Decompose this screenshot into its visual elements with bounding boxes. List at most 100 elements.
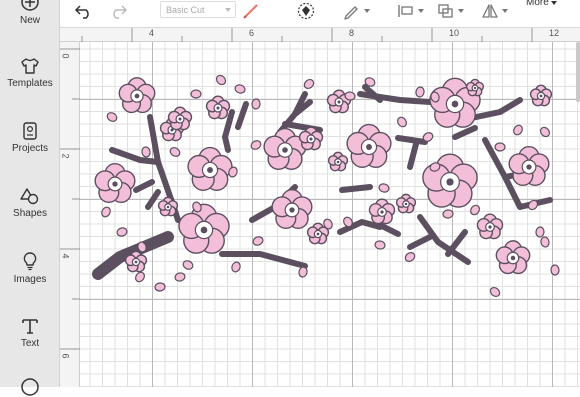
petal: [101, 206, 111, 218]
blossom: [94, 162, 136, 204]
branch: [109, 147, 161, 165]
ruler-label-12: 12: [549, 28, 560, 38]
undo-button[interactable]: [74, 0, 94, 22]
sidebar-item-new[interactable]: New: [0, 0, 60, 26]
sidebar-item-more[interactable]: [0, 377, 60, 397]
ruler-label-2: 2: [60, 153, 71, 159]
petal: [470, 204, 480, 216]
blossom: [346, 123, 392, 168]
sidebar-item-projects[interactable]: Projects: [0, 122, 60, 154]
more-label: More: [526, 0, 549, 8]
blossom: [368, 198, 396, 225]
petal: [135, 271, 145, 283]
sidebar-item-images[interactable]: Images: [0, 251, 60, 285]
blossom: [465, 78, 485, 97]
petal: [494, 142, 506, 152]
petal: [513, 124, 523, 136]
petal: [234, 84, 246, 94]
horizontal-ruler-ticks: [81, 28, 533, 42]
sidebar-item-label: Text: [20, 338, 40, 349]
undo-icon: [74, 5, 89, 19]
branch: [407, 141, 419, 170]
top-toolbar: Basic Cut More: [60, 0, 580, 28]
blossom: [422, 153, 478, 208]
branch: [445, 229, 468, 257]
branch: [395, 135, 428, 145]
petal: [252, 236, 264, 246]
branch: [377, 222, 401, 237]
sidebar-item-label: Images: [13, 274, 47, 285]
branch: [145, 189, 161, 210]
petal: [550, 264, 560, 276]
sidebar-item-label: Shapes: [13, 208, 47, 219]
ruler-label-6: 6: [60, 353, 71, 359]
redo-icon: [113, 5, 128, 19]
flip-icon: [482, 4, 498, 18]
petal: [190, 89, 202, 99]
petal: [141, 146, 151, 158]
branch: [222, 109, 235, 153]
sidebar-item-shapes[interactable]: Shapes: [0, 187, 60, 219]
branches: [92, 84, 553, 280]
arrange-icon: [438, 4, 453, 18]
cherry-blossom-design[interactable]: [80, 42, 580, 387]
vertical-ruler-ticks: [60, 48, 80, 350]
chevron-down-icon: [458, 9, 464, 13]
ruler-label-6: 6: [249, 28, 255, 38]
sidebar-item-text[interactable]: Text: [0, 317, 60, 349]
ruler-label-8: 8: [349, 28, 355, 38]
petal: [378, 183, 390, 193]
align-icon: [398, 5, 413, 17]
sidebar-item-templates[interactable]: Templates: [0, 57, 60, 89]
shirt-icon: [21, 58, 39, 74]
pen-icon: [344, 6, 358, 20]
more-button[interactable]: More: [526, 0, 557, 8]
blossom: [271, 188, 313, 230]
vertical-scrollbar[interactable]: [576, 42, 580, 102]
arrange-button[interactable]: [436, 0, 464, 22]
shapes-icon: [20, 188, 39, 205]
petal: [215, 74, 227, 86]
chevron-down-icon: [418, 9, 424, 13]
petal: [174, 272, 186, 282]
petal: [489, 286, 501, 298]
offset-button[interactable]: [296, 0, 316, 22]
chevron-down-icon: [225, 8, 231, 12]
color-swatch-button[interactable]: [242, 0, 260, 22]
pen-color-icon: [243, 4, 258, 19]
petal: [116, 227, 128, 237]
sidebar-item-label: New: [19, 15, 40, 26]
branch: [339, 184, 373, 193]
draw-button[interactable]: [342, 0, 370, 22]
align-button[interactable]: [396, 0, 424, 22]
sidebar-item-label: Projects: [11, 143, 49, 154]
redo-button[interactable]: [108, 0, 128, 22]
blossom: [178, 203, 230, 254]
petal: [535, 226, 545, 238]
sidebar-item-label: Templates: [7, 78, 53, 89]
text-icon: [22, 319, 38, 334]
blossom: [508, 145, 550, 187]
chevron-down-icon: [502, 9, 508, 13]
branch: [407, 234, 433, 250]
branch: [133, 179, 155, 193]
horizontal-ruler: 4 6 8 10 12: [60, 28, 580, 42]
blossom: [529, 84, 553, 107]
flip-button[interactable]: [480, 0, 508, 22]
petal: [374, 240, 386, 250]
blossom: [476, 213, 504, 240]
blossom: [118, 77, 156, 114]
blossom: [495, 240, 531, 275]
petal: [182, 260, 194, 270]
plus-icon: [21, 0, 39, 11]
design-canvas[interactable]: [80, 42, 580, 387]
branch: [235, 101, 249, 130]
chevron-down-icon: [364, 9, 370, 13]
offset-icon: [297, 2, 315, 20]
blossom: [157, 196, 179, 217]
blossom: [395, 193, 417, 214]
ruler-label-0: 0: [60, 53, 71, 59]
petal: [540, 236, 550, 248]
operation-select[interactable]: Basic Cut: [160, 1, 236, 18]
petal: [303, 78, 315, 90]
